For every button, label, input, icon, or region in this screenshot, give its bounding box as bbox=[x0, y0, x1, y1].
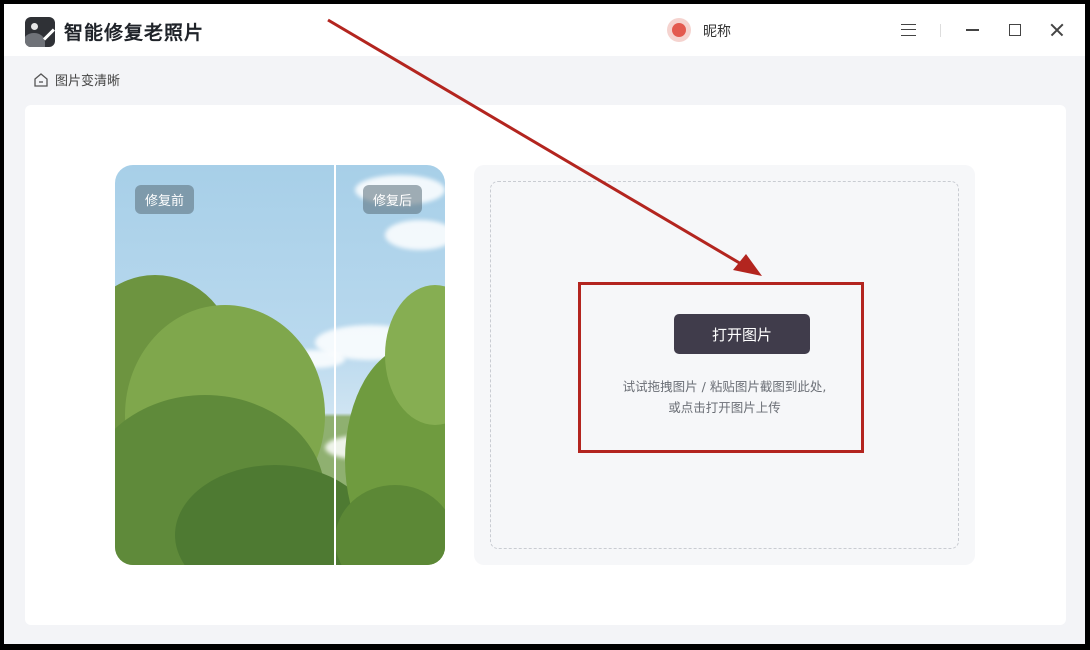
after-label: 修复后 bbox=[363, 185, 423, 214]
main-panel: 修复前 修复后 打开图片 试试拖拽图片 / 粘贴图片截图到此处, 或点击打开图片… bbox=[25, 105, 1066, 625]
app-window: 智能修复老照片 昵称 图片变清晰 修复前 修复后 打开图片 试试拖拽图片 / 粘… bbox=[4, 4, 1085, 644]
app-title: 智能修复老照片 bbox=[64, 22, 205, 44]
maximize-button[interactable] bbox=[1000, 16, 1030, 44]
close-button[interactable] bbox=[1042, 16, 1072, 44]
close-icon bbox=[1050, 23, 1064, 37]
upload-area: 打开图片 试试拖拽图片 / 粘贴图片截图到此处, 或点击打开图片上传 bbox=[474, 165, 975, 565]
minimize-icon bbox=[965, 29, 979, 31]
title-separator bbox=[940, 24, 941, 37]
menu-button[interactable] bbox=[893, 16, 923, 44]
menu-icon bbox=[900, 24, 916, 36]
home-icon bbox=[34, 72, 48, 87]
open-image-button[interactable]: 打开图片 bbox=[674, 314, 810, 354]
maximize-icon bbox=[1009, 24, 1021, 36]
upload-hint-line1: 试试拖拽图片 / 粘贴图片截图到此处, bbox=[622, 379, 827, 394]
user-avatar[interactable] bbox=[667, 18, 691, 42]
user-name[interactable]: 昵称 bbox=[703, 21, 731, 41]
drop-zone[interactable]: 打开图片 试试拖拽图片 / 粘贴图片截图到此处, 或点击打开图片上传 bbox=[490, 181, 959, 549]
upload-hint-line2: 或点击打开图片上传 bbox=[668, 400, 781, 415]
before-after-preview: 修复前 修复后 bbox=[115, 165, 445, 565]
breadcrumb[interactable]: 图片变清晰 bbox=[33, 70, 120, 89]
breadcrumb-label: 图片变清晰 bbox=[55, 74, 121, 89]
title-bar: 智能修复老照片 昵称 bbox=[4, 4, 1085, 56]
app-logo-icon bbox=[25, 17, 55, 47]
before-label: 修复前 bbox=[135, 185, 195, 214]
minimize-button[interactable] bbox=[957, 16, 987, 44]
compare-divider[interactable] bbox=[334, 165, 336, 565]
